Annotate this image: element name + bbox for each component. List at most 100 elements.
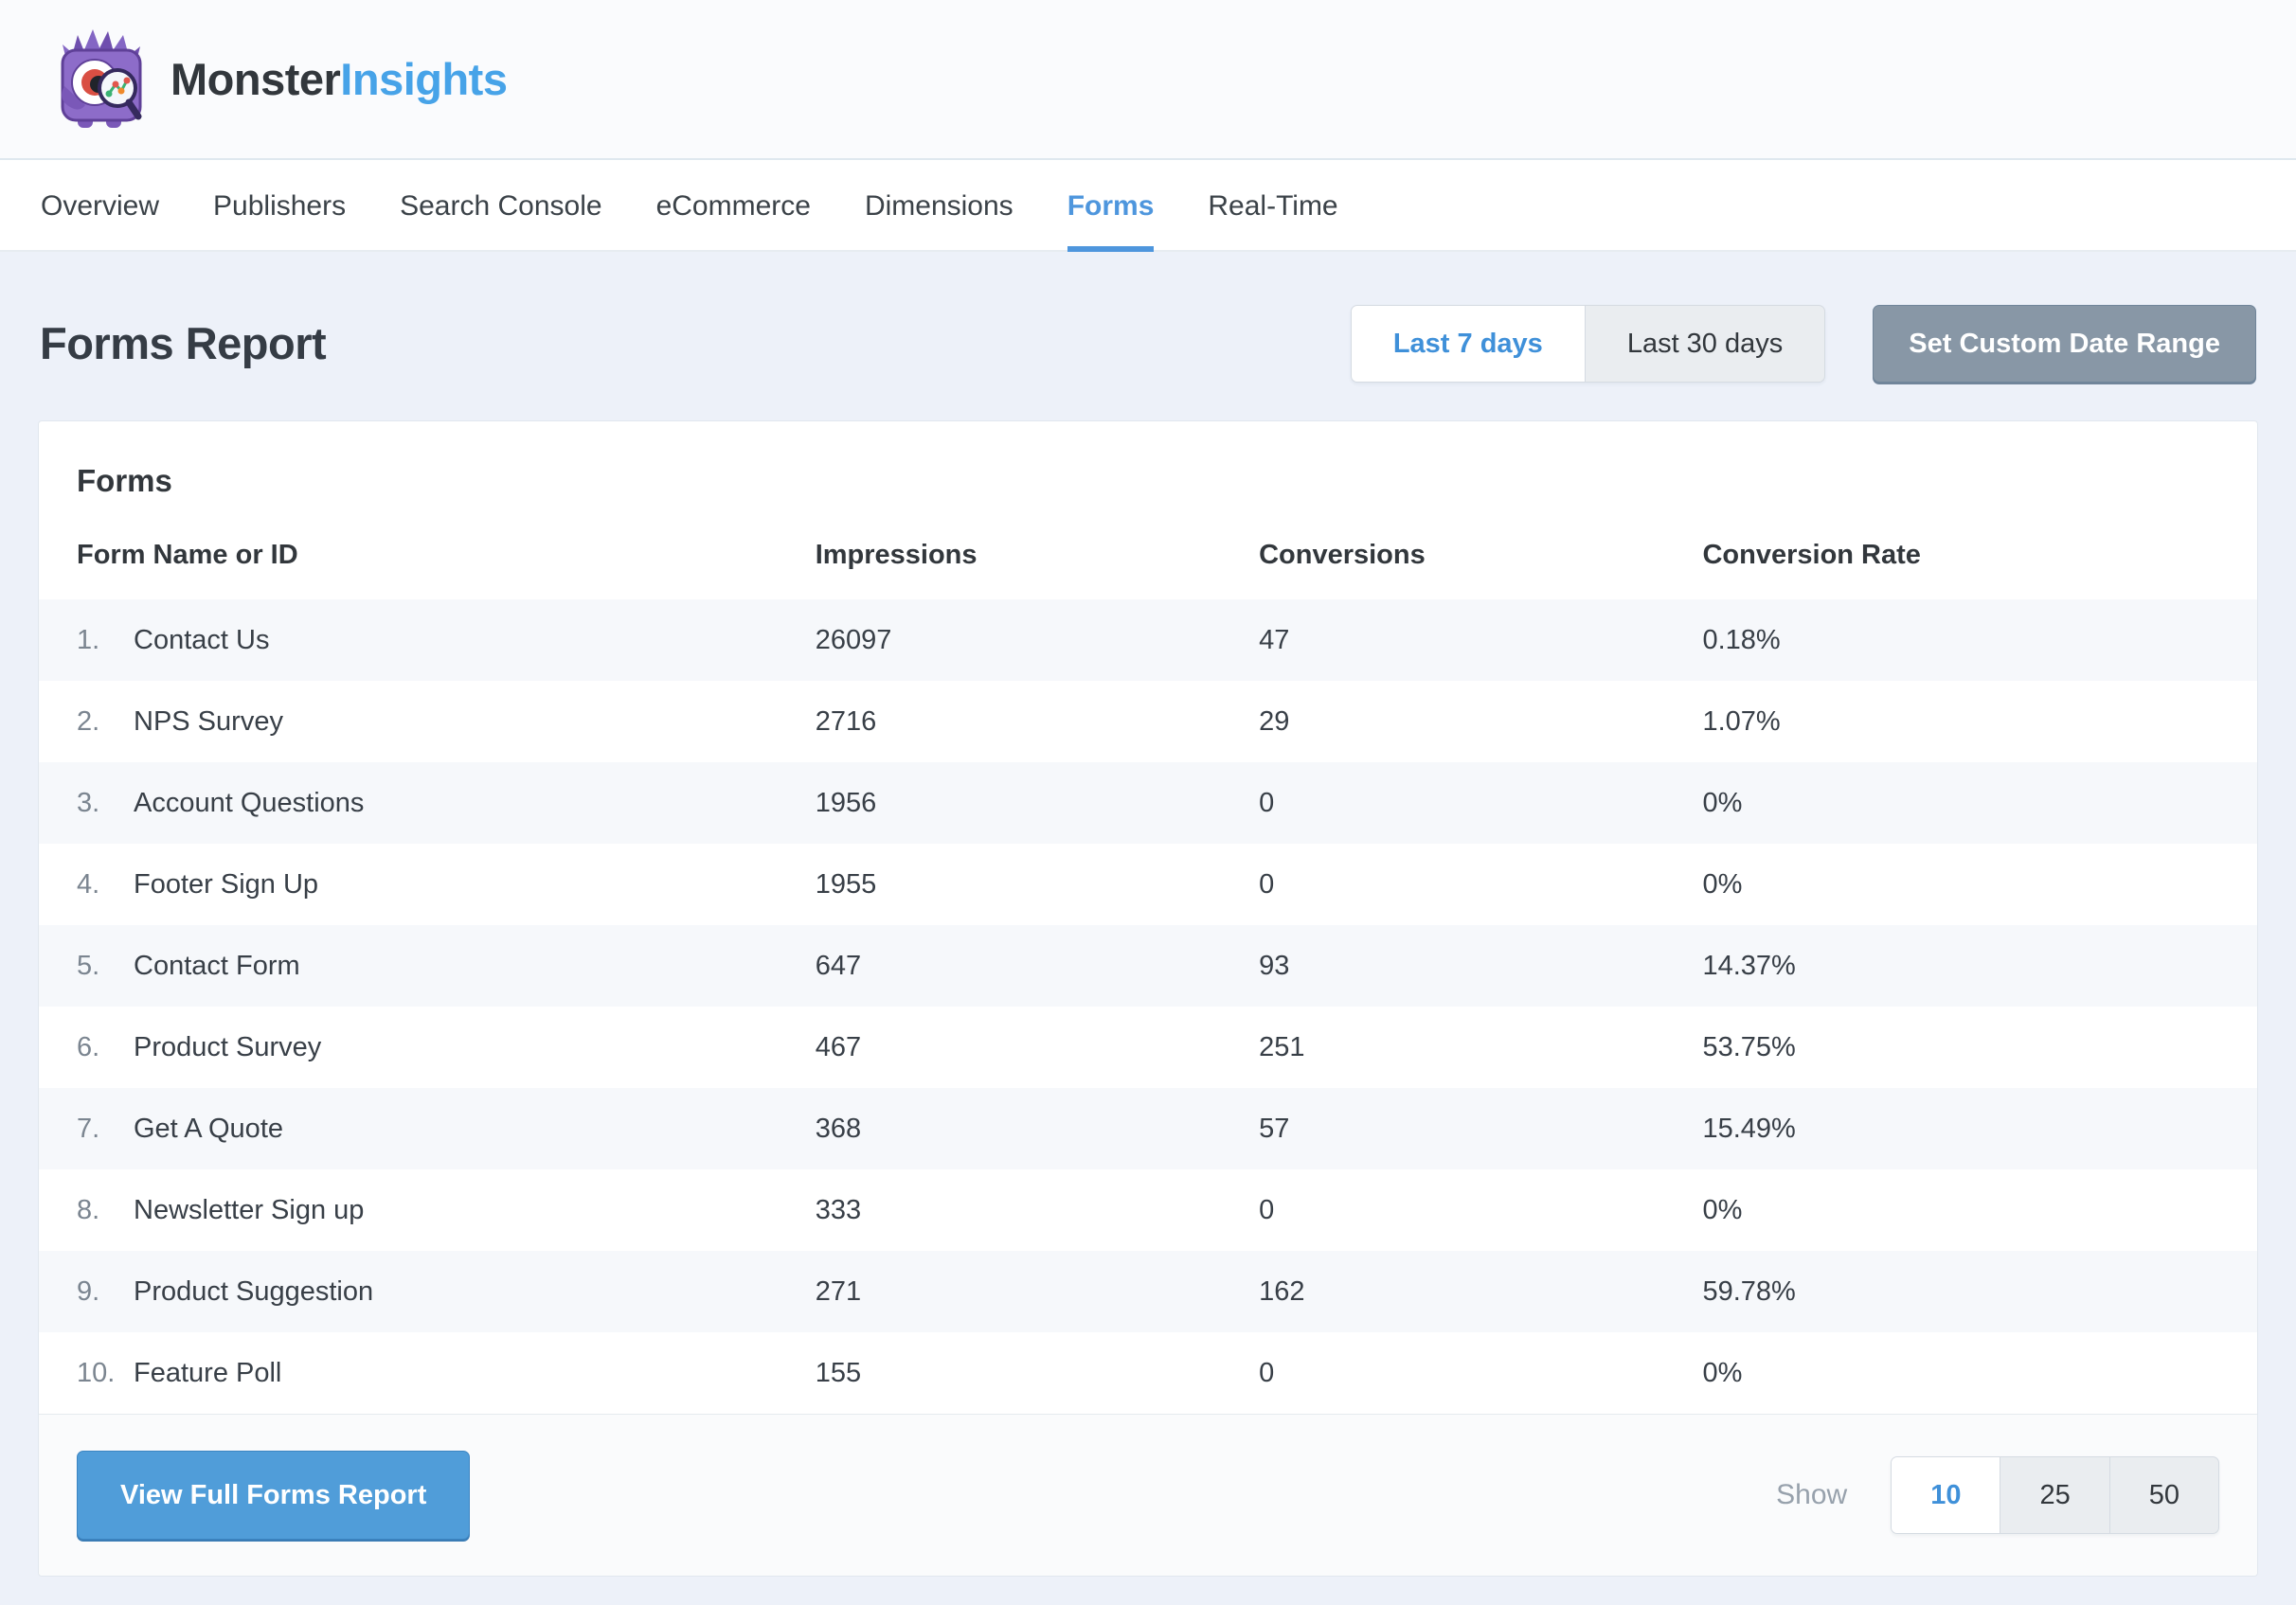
table-row: 5.Contact Form 647 93 14.37% (39, 925, 2257, 1007)
impressions-cell: 467 (816, 1007, 1259, 1088)
table-row: 9.Product Suggestion 271 162 59.78% (39, 1251, 2257, 1332)
column-header-conversions: Conversions (1259, 505, 1702, 599)
form-name-cell: 3.Account Questions (39, 762, 816, 844)
row-rank: 9. (77, 1276, 134, 1307)
table-row: 7.Get A Quote 368 57 15.49% (39, 1088, 2257, 1169)
conversion-rate-cell: 15.49% (1702, 1088, 2257, 1169)
conversions-cell: 0 (1259, 1169, 1702, 1251)
form-name: Footer Sign Up (134, 869, 318, 900)
impressions-cell: 271 (816, 1251, 1259, 1332)
form-name-cell: 8.Newsletter Sign up (39, 1169, 816, 1251)
row-rank: 3. (77, 788, 134, 818)
conversion-rate-cell: 53.75% (1702, 1007, 2257, 1088)
brand-monster: Monster (170, 54, 340, 104)
nav-tab[interactable]: Publishers (213, 160, 346, 252)
conversions-cell: 0 (1259, 762, 1702, 844)
page-size-option[interactable]: 25 (2000, 1457, 2108, 1533)
page-size-control: Show 102550 (1776, 1456, 2219, 1534)
brand-insights: Insights (340, 54, 507, 104)
table-row: 2.NPS Survey 2716 29 1.07% (39, 681, 2257, 762)
table-row: 3.Account Questions 1956 0 0% (39, 762, 2257, 844)
conversions-cell: 47 (1259, 599, 1702, 681)
impressions-cell: 368 (816, 1088, 1259, 1169)
impressions-cell: 26097 (816, 599, 1259, 681)
date-controls: Last 7 daysLast 30 days Set Custom Date … (1351, 305, 2256, 383)
nav-tab[interactable]: Overview (41, 160, 159, 252)
nav-tab[interactable]: Real-Time (1208, 160, 1337, 252)
impressions-cell: 1956 (816, 762, 1259, 844)
row-rank: 10. (77, 1358, 134, 1388)
brand-wordmark: MonsterInsights (170, 57, 507, 101)
form-name: Contact Form (134, 951, 300, 981)
table-row: 6.Product Survey 467 251 53.75% (39, 1007, 2257, 1088)
monster-mascot-icon (53, 27, 152, 132)
page-header: Forms Report Last 7 daysLast 30 days Set… (38, 252, 2258, 420)
impressions-cell: 1955 (816, 844, 1259, 925)
row-rank: 7. (77, 1114, 134, 1144)
form-name: Product Suggestion (134, 1276, 373, 1307)
set-custom-date-range-button[interactable]: Set Custom Date Range (1873, 305, 2256, 383)
nav-tab[interactable]: eCommerce (656, 160, 811, 252)
impressions-cell: 2716 (816, 681, 1259, 762)
site-header: MonsterInsights (0, 0, 2296, 160)
show-label: Show (1776, 1479, 1847, 1511)
table-row: 1.Contact Us 26097 47 0.18% (39, 599, 2257, 681)
impressions-cell: 647 (816, 925, 1259, 1007)
conversions-cell: 57 (1259, 1088, 1702, 1169)
form-name: Account Questions (134, 788, 364, 818)
row-rank: 2. (77, 706, 134, 737)
date-range-option[interactable]: Last 30 days (1585, 306, 1824, 382)
table-row: 8.Newsletter Sign up 333 0 0% (39, 1169, 2257, 1251)
conversion-rate-cell: 14.37% (1702, 925, 2257, 1007)
form-name-cell: 6.Product Survey (39, 1007, 816, 1088)
report-nav: Overview Publishers Search Console eCommerc… (0, 160, 2296, 252)
conversions-cell: 29 (1259, 681, 1702, 762)
nav-tab[interactable]: Forms (1067, 160, 1155, 252)
conversions-cell: 251 (1259, 1007, 1702, 1088)
page-size-option[interactable]: 10 (1892, 1457, 2000, 1533)
form-name: NPS Survey (134, 706, 283, 737)
column-header-form-name: Form Name or ID (39, 505, 816, 599)
form-name: Newsletter Sign up (134, 1195, 364, 1225)
form-name-cell: 10.Feature Poll (39, 1332, 816, 1414)
row-rank: 6. (77, 1032, 134, 1062)
form-name: Contact Us (134, 625, 269, 655)
conversion-rate-cell: 1.07% (1702, 681, 2257, 762)
form-name-cell: 2.NPS Survey (39, 681, 816, 762)
row-rank: 1. (77, 625, 134, 655)
view-full-forms-report-button[interactable]: View Full Forms Report (77, 1451, 470, 1540)
form-name-cell: 7.Get A Quote (39, 1088, 816, 1169)
form-name-cell: 4.Footer Sign Up (39, 844, 816, 925)
conversion-rate-cell: 0% (1702, 1169, 2257, 1251)
conversion-rate-cell: 0% (1702, 844, 2257, 925)
form-name: Get A Quote (134, 1114, 283, 1144)
table-row: 4.Footer Sign Up 1955 0 0% (39, 844, 2257, 925)
page-size-toggle: 102550 (1891, 1456, 2219, 1534)
forms-table-head: Form Name or ID Impressions Conversions … (39, 505, 2257, 599)
page-title: Forms Report (40, 318, 326, 369)
conversions-cell: 162 (1259, 1251, 1702, 1332)
column-header-conversion-rate: Conversion Rate (1702, 505, 2257, 599)
conversion-rate-cell: 0.18% (1702, 599, 2257, 681)
forms-card-title: Forms (39, 421, 2257, 505)
forms-table-body: 1.Contact Us 26097 47 0.18% 2.NPS Survey… (39, 599, 2257, 1414)
form-name: Feature Poll (134, 1358, 281, 1388)
forms-table: Form Name or ID Impressions Conversions … (39, 505, 2257, 1414)
form-name-cell: 5.Contact Form (39, 925, 816, 1007)
table-row: 10.Feature Poll 155 0 0% (39, 1332, 2257, 1414)
nav-tab[interactable]: Search Console (400, 160, 601, 252)
conversions-cell: 0 (1259, 844, 1702, 925)
date-range-option[interactable]: Last 7 days (1352, 306, 1585, 382)
page-size-option[interactable]: 50 (2109, 1457, 2218, 1533)
conversions-cell: 0 (1259, 1332, 1702, 1414)
page-content: Forms Report Last 7 daysLast 30 days Set… (0, 252, 2296, 1577)
nav-tab[interactable]: Dimensions (865, 160, 1013, 252)
form-name-cell: 1.Contact Us (39, 599, 816, 681)
conversion-rate-cell: 0% (1702, 762, 2257, 844)
monsterinsights-logo[interactable]: MonsterInsights (53, 27, 507, 132)
forms-card-footer: View Full Forms Report Show 102550 (39, 1414, 2257, 1576)
row-rank: 8. (77, 1195, 134, 1225)
row-rank: 5. (77, 951, 134, 981)
impressions-cell: 333 (816, 1169, 1259, 1251)
impressions-cell: 155 (816, 1332, 1259, 1414)
